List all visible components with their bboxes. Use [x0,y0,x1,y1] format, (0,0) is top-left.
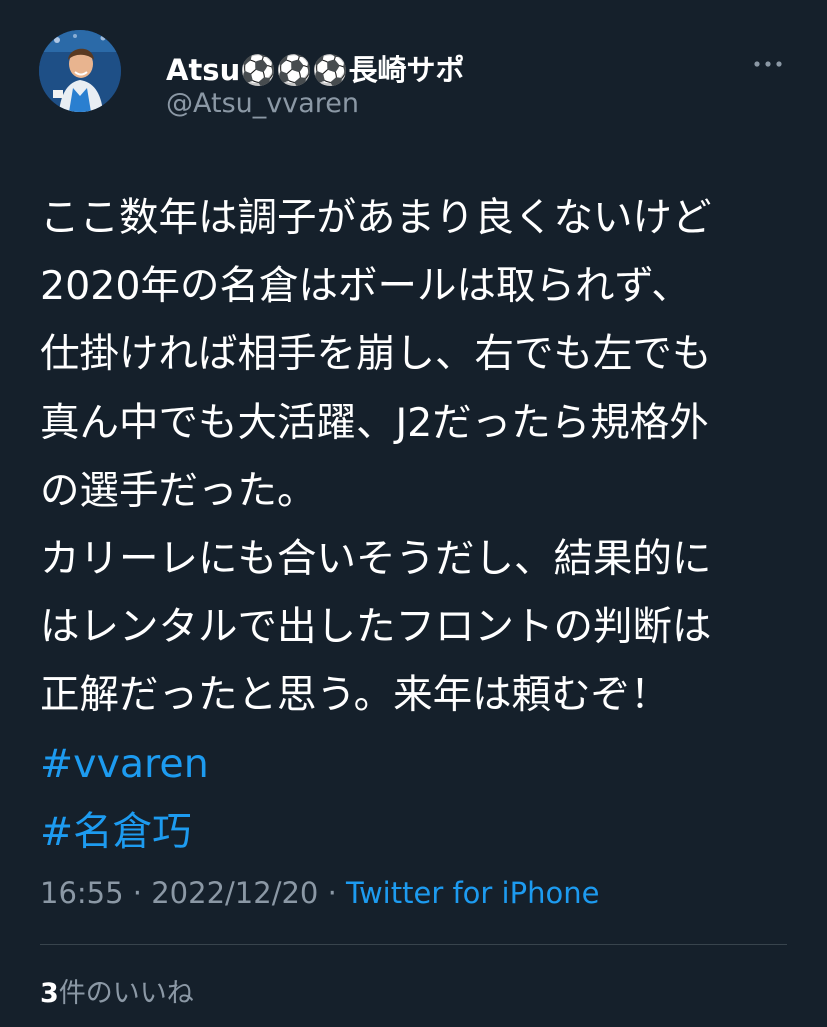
tweet-text-line: はレンタルで出したフロントの判断は [40,604,712,651]
display-name[interactable]: Atsu⚽️⚽️⚽️長崎サポ [166,47,465,89]
likes-count: 3 [40,978,59,1009]
more-options-button[interactable] [750,50,786,78]
tweet-text-line: 仕掛ければ相手を崩し、右でも左でも [40,331,712,378]
more-horizontal-icon [754,61,782,67]
tweet-text-line: 正解だったと思う。来年は頼むぞ！ [40,672,670,719]
tweet-text-line: ここ数年は調子があまり良くないけど [40,195,712,241]
likes-label: 件のいいね [58,978,194,1009]
avatar[interactable] [39,30,121,112]
tweet-text-line: 2020年の名倉はボールは取られず、 [40,263,691,310]
divider [40,944,787,945]
tweet-text-line: カリーレにも合いそうだし、結果的に [40,536,712,583]
tweet-source-link[interactable]: Twitter for iPhone [346,876,599,910]
hashtag-link-vvaren[interactable]: #vvaren [40,730,800,798]
meta-separator: · [327,876,337,910]
tweet-text-line: の選手だった。 [40,467,317,514]
tweet-header: Atsu⚽️⚽️⚽️長崎サポ @Atsu_vvaren [0,0,827,150]
tweet-date[interactable]: 2022/12/20 [151,876,318,910]
tweet-metadata: 16:55 · 2022/12/20 · Twitter for iPhone [40,876,599,910]
likes-link[interactable]: 3件のいいね [40,971,194,1010]
hashtag-link-nagura-takumi[interactable]: #名倉巧 [40,798,800,866]
tweet-text: ここ数年は調子があまり良くないけど 2020年の名倉はボールは取られず、 仕掛け… [40,184,800,866]
meta-separator: · [132,876,143,910]
tweet-text-line: 真ん中でも大活躍、J2だったら規格外 [40,399,709,446]
profile-photo-icon [39,30,121,112]
user-handle[interactable]: @Atsu_vvaren [166,88,359,119]
tweet-time[interactable]: 16:55 [40,876,124,910]
